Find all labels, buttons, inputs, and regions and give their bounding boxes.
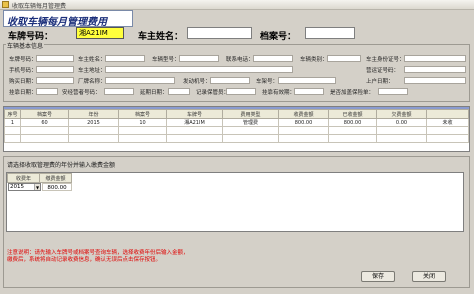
col-header[interactable]: 收费年 [7, 173, 40, 183]
col-header[interactable]: 缴费金额 [39, 173, 72, 183]
app-icon [2, 1, 9, 8]
info-field-frame [278, 77, 336, 84]
info-label-register-date: 上户日期： [366, 79, 394, 85]
info-label-engine: 发动机号： [183, 79, 211, 85]
col-header[interactable]: 欠费金额 [376, 109, 427, 119]
info-field-plate [36, 55, 74, 62]
window-titlebar: 收取车辆每月管理费 [0, 0, 474, 10]
col-header[interactable]: 序号 [4, 109, 21, 119]
file-label: 档案号： [260, 32, 297, 42]
table-cell: 800.00 [278, 118, 329, 127]
col-header[interactable]: 费用类型 [222, 109, 279, 119]
fee-table[interactable]: 序号 档案号 年份 档案号 车牌号 费用类型 收费金额 已收金额 欠费金额 1 … [3, 106, 470, 152]
info-label-model: 车辆型号： [152, 57, 180, 63]
file-input[interactable] [305, 27, 355, 39]
info-label-idcard: 车主身份证号： [366, 57, 405, 63]
col-header[interactable]: 档案号 [20, 109, 69, 119]
info-label-owner: 车主姓名： [78, 57, 106, 63]
info-field-insurance [378, 88, 408, 95]
info-field-mobile [36, 66, 74, 73]
table-cell: 800.00 [328, 118, 377, 127]
info-field-brand [105, 77, 175, 84]
info-field-validity [294, 88, 324, 95]
payment-grid[interactable]: 收费年 缴费金额 2015 ▼ 800.00 [6, 172, 464, 232]
info-field-extension-date [168, 88, 190, 95]
info-label-validity: 挂靠有效期： [262, 90, 296, 96]
info-field-model [179, 55, 219, 62]
table-cell: 0.00 [376, 118, 427, 127]
info-label-extension-date: 延期日期： [140, 90, 168, 96]
info-field-idcard [404, 55, 466, 62]
year-select[interactable]: 2015 ▼ [8, 183, 41, 191]
info-label-plate: 车牌号码： [9, 57, 37, 63]
info-field-operator [104, 88, 134, 95]
info-label-frame: 车架号： [256, 79, 279, 85]
info-field-license [404, 66, 466, 73]
info-label-insurance: 是否加盖保险单： [330, 90, 375, 96]
info-field-owner [105, 55, 145, 62]
info-field-affiliate-date [36, 88, 58, 95]
info-label-brand: 厂牌名称： [78, 79, 106, 85]
save-button[interactable]: 保存 [361, 271, 395, 282]
info-label-phone: 联系电话： [226, 57, 254, 63]
col-header[interactable]: 收费金额 [278, 109, 329, 119]
payment-grid-table: 收费年 缴费金额 [7, 173, 72, 183]
col-header[interactable] [426, 109, 469, 119]
form-title-box: 收取车辆每月管理费用 [3, 10, 133, 28]
fee-table-header-row: 序号 档案号 年份 档案号 车牌号 费用类型 收费金额 已收金额 欠费金额 [4, 109, 469, 119]
window-title: 收取车辆每月管理费 [12, 3, 67, 10]
info-field-keeper [226, 88, 256, 95]
note-line-1: 注意说明：请先输入车牌号或档案号查询车辆，选择收费年份后输入金额， [7, 250, 189, 256]
info-field-category [327, 55, 361, 62]
table-row[interactable]: 1 60 2015 10 湘A21IM 管理费 800.00 800.00 0.… [4, 118, 469, 127]
table-cell: 10 [118, 118, 167, 127]
table-cell: 管理费 [222, 118, 279, 127]
table-cell: 60 [20, 118, 69, 127]
table-row-empty [4, 126, 469, 135]
info-label-license: 营运证号码： [366, 68, 400, 74]
payment-grid-header-row: 收费年 缴费金额 [7, 173, 72, 183]
note-line-2: 缴费后，系统将自动记录收费信息，确认无误后点击保存按钮。 [7, 257, 162, 263]
info-field-purchase-date [36, 77, 74, 84]
vehicle-info-group-label: 车辆基本信息 [6, 41, 45, 50]
year-select-value: 2015 [10, 184, 24, 190]
info-field-engine [210, 77, 250, 84]
payment-instruction: 请选择收取管理费的年份并输入缴费金额 [7, 162, 116, 169]
info-field-phone [253, 55, 293, 62]
table-cell: 未收 [426, 118, 469, 127]
owner-input[interactable] [187, 27, 252, 39]
col-header[interactable]: 年份 [68, 109, 119, 119]
table-cell: 2015 [68, 118, 119, 127]
info-label-category: 车辆类别： [300, 57, 328, 63]
table-cell: 1 [4, 118, 21, 127]
amount-cell[interactable]: 800.00 [42, 183, 72, 191]
table-cell: 湘A21IM [166, 118, 223, 127]
info-label-mobile: 手机号码： [9, 68, 37, 74]
info-label-purchase-date: 购买日期： [9, 79, 37, 85]
owner-label: 车主姓名： [138, 32, 184, 42]
info-label-operator: 安经营者号码： [62, 90, 101, 96]
info-field-address [105, 66, 293, 73]
table-row-empty [4, 134, 469, 143]
info-label-address: 车主地址： [78, 68, 106, 74]
chevron-down-icon[interactable]: ▼ [34, 184, 40, 190]
close-button[interactable]: 关闭 [412, 271, 446, 282]
info-label-affiliate-date: 挂靠日期： [9, 90, 37, 96]
info-label-keeper: 记录保管员： [196, 90, 230, 96]
col-header[interactable]: 档案号 [118, 109, 167, 119]
fee-table-grid: 序号 档案号 年份 档案号 车牌号 费用类型 收费金额 已收金额 欠费金额 1 … [4, 109, 469, 143]
col-header[interactable]: 车牌号 [166, 109, 223, 119]
form-title: 收取车辆每月管理费用 [7, 17, 107, 28]
info-field-register-date [404, 77, 466, 84]
plate-input[interactable]: 湘A21IM [76, 27, 124, 39]
col-header[interactable]: 已收金额 [328, 109, 377, 119]
